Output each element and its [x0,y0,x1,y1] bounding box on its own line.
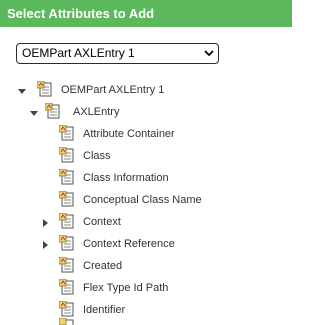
attribute-label: Attribute Container [83,128,175,140]
attribute-label: Identifier [83,304,126,316]
chevron-down-icon [204,50,214,57]
attribute-label: Created [83,260,123,272]
caret-down-icon[interactable] [18,88,26,96]
caret-down-icon[interactable] [30,110,38,118]
document-part-icon [45,103,60,119]
attribute-label: Conceptual Class Name [83,194,202,206]
part-selector-dropdown[interactable]: OEMPart AXLEntry 1 [16,43,219,64]
attribute-item[interactable]: Context [0,212,292,234]
attribute-item[interactable]: Identifier [0,300,292,322]
attribute-icon [59,191,74,207]
attribute-label: Flex Type Id Path [83,282,169,294]
attribute-icon-partial [59,318,74,325]
attribute-icon [59,235,74,251]
attribute-item[interactable]: Class Information [0,168,292,190]
attribute-item[interactable]: Attribute Container [0,124,292,146]
attribute-icon [59,301,74,317]
document-part-icon [37,81,52,97]
tree-node-axlentry[interactable]: AXLEntry [0,102,292,124]
attribute-item[interactable]: Created [0,256,292,278]
attribute-item[interactable]: Context Reference [0,234,292,256]
caret-right-icon[interactable] [41,219,49,227]
attribute-item[interactable]: Class [0,146,292,168]
attribute-icon [59,147,74,163]
attribute-icon [59,125,74,141]
tree-node-axlentry-label: AXLEntry [73,106,120,118]
attribute-label: Context [83,216,121,228]
tree-node-root-label: OEMPart AXLEntry 1 [61,84,165,96]
attribute-item[interactable]: Flex Type Id Path [0,278,292,300]
attribute-icon [59,169,74,185]
attribute-label: Context Reference [83,238,175,250]
attribute-label: Class Information [83,172,169,184]
attribute-icon [59,257,74,273]
attribute-icon [59,213,74,229]
tree-node-root[interactable]: OEMPart AXLEntry 1 [0,80,292,102]
panel-title: Select Attributes to Add [7,6,155,21]
attribute-label: Class [83,150,111,162]
panel-header: Select Attributes to Add [0,0,292,27]
part-selector-value: OEMPart AXLEntry 1 [22,46,135,60]
attribute-icon [59,279,74,295]
caret-right-icon[interactable] [41,241,49,249]
attribute-item[interactable]: Conceptual Class Name [0,190,292,212]
